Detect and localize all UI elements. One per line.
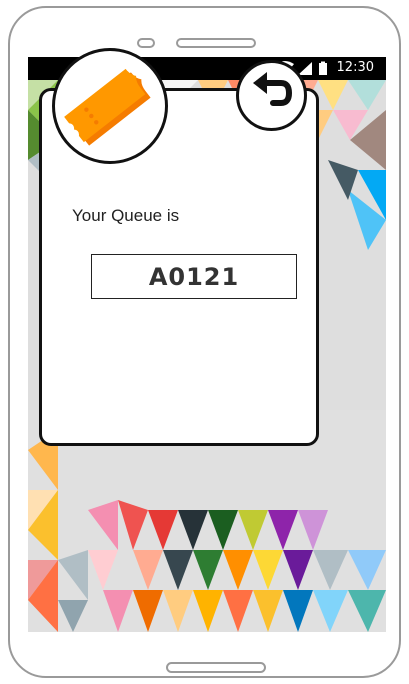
queue-number-box: A0121 <box>91 254 297 299</box>
back-button[interactable] <box>236 60 307 131</box>
speaker <box>176 38 256 48</box>
home-button[interactable] <box>166 662 266 673</box>
ticket-badge <box>52 48 168 164</box>
battery-icon <box>319 61 327 75</box>
undo-arrow-icon <box>253 72 293 106</box>
status-time: 12:30 <box>336 60 374 75</box>
queue-label: Your Queue is <box>72 206 180 225</box>
ticket-icon <box>64 68 151 146</box>
camera <box>137 38 155 48</box>
queue-number: A0121 <box>148 262 240 291</box>
